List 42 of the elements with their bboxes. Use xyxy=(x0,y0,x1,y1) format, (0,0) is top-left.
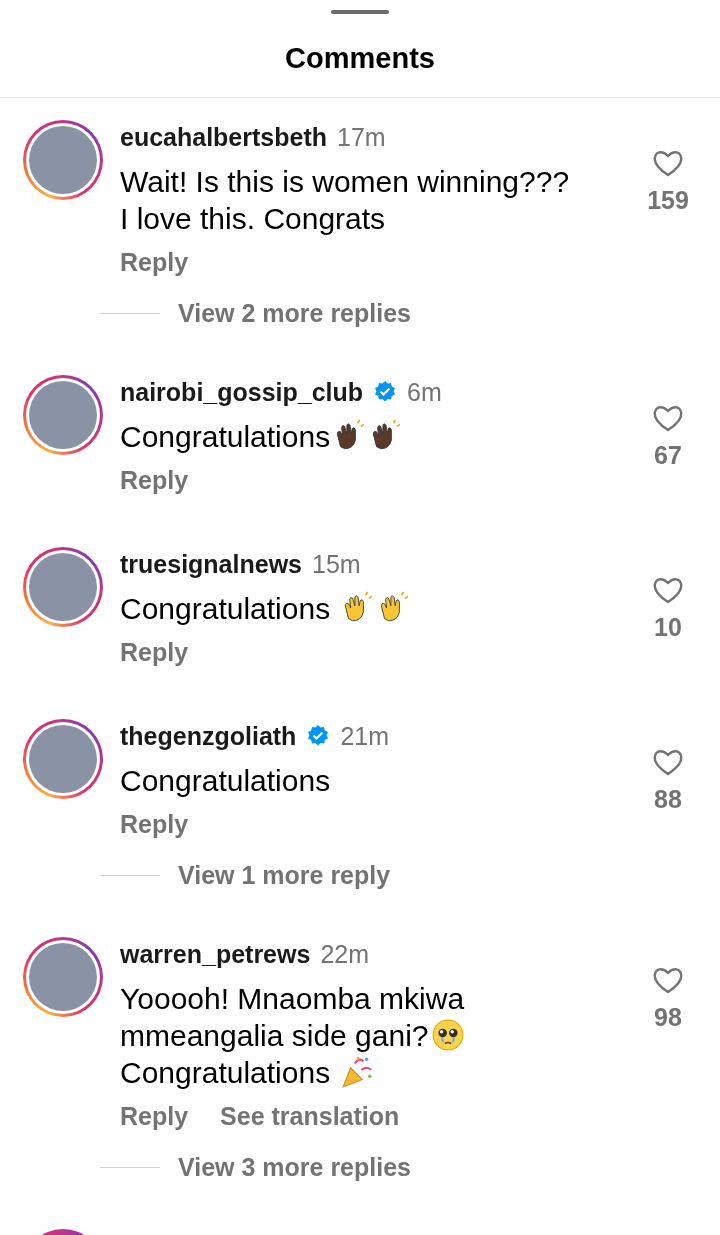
heart-icon[interactable] xyxy=(652,403,684,433)
comment-action-button[interactable]: Reply xyxy=(120,807,189,841)
pleading-face-icon xyxy=(430,1018,465,1052)
username[interactable]: truesignalnews xyxy=(120,547,302,581)
like-count: 98 xyxy=(654,1003,682,1032)
avatar-photo-placeholder xyxy=(29,553,97,621)
comment-action-button[interactable]: See translation xyxy=(220,1099,400,1133)
like-count: 67 xyxy=(654,441,682,470)
comment-action-button[interactable]: Reply xyxy=(120,245,189,279)
username[interactable]: nairobi_gossip_club xyxy=(120,375,364,409)
like-count: 10 xyxy=(654,613,682,642)
timestamp: 17m xyxy=(337,122,386,153)
avatar-photo-placeholder xyxy=(29,943,97,1011)
avatar-photo-placeholder xyxy=(29,381,97,449)
avatar-photo-placeholder xyxy=(29,725,97,793)
view-replies-link[interactable]: View 1 more reply xyxy=(178,861,391,890)
avatar-photo-placeholder xyxy=(29,126,97,194)
comment-action-button[interactable]: Reply xyxy=(120,635,189,669)
timestamp: 22m xyxy=(320,939,369,970)
comment-text: Wait! Is this is women winning??? I love this. Congrats xyxy=(120,164,571,237)
timestamp: 15m xyxy=(312,549,361,580)
heart-icon[interactable] xyxy=(652,965,684,995)
comment-text: Congratulations xyxy=(120,590,620,627)
heart-icon[interactable] xyxy=(652,575,684,605)
like-count: 88 xyxy=(654,785,682,814)
view-replies-link[interactable]: View 2 more replies xyxy=(178,299,411,328)
like-count: 159 xyxy=(647,186,689,215)
timestamp: 21m xyxy=(340,721,390,752)
view-replies-link[interactable]: View 3 more replies xyxy=(178,1153,411,1182)
sheet-title: Comments xyxy=(285,42,435,75)
heart-icon[interactable] xyxy=(652,747,684,777)
comment-action-button[interactable]: Reply xyxy=(120,1099,189,1133)
comment-text: Yooooh! Mnaomba mkiwa mmeangalia side gani? Congratulations xyxy=(120,981,466,1091)
username[interactable]: eucahalbertsbeth xyxy=(120,120,327,154)
comment-action-button[interactable]: Reply xyxy=(120,463,189,497)
comment-text: Congratulations xyxy=(120,763,332,799)
heart-icon[interactable] xyxy=(652,148,684,178)
drag-handle[interactable] xyxy=(331,10,389,14)
username[interactable]: thegenzgoliath xyxy=(120,719,297,753)
username[interactable]: warren_petrews xyxy=(120,937,311,971)
comment-text: Congratulations xyxy=(120,418,620,455)
timestamp: 6m xyxy=(407,377,442,408)
